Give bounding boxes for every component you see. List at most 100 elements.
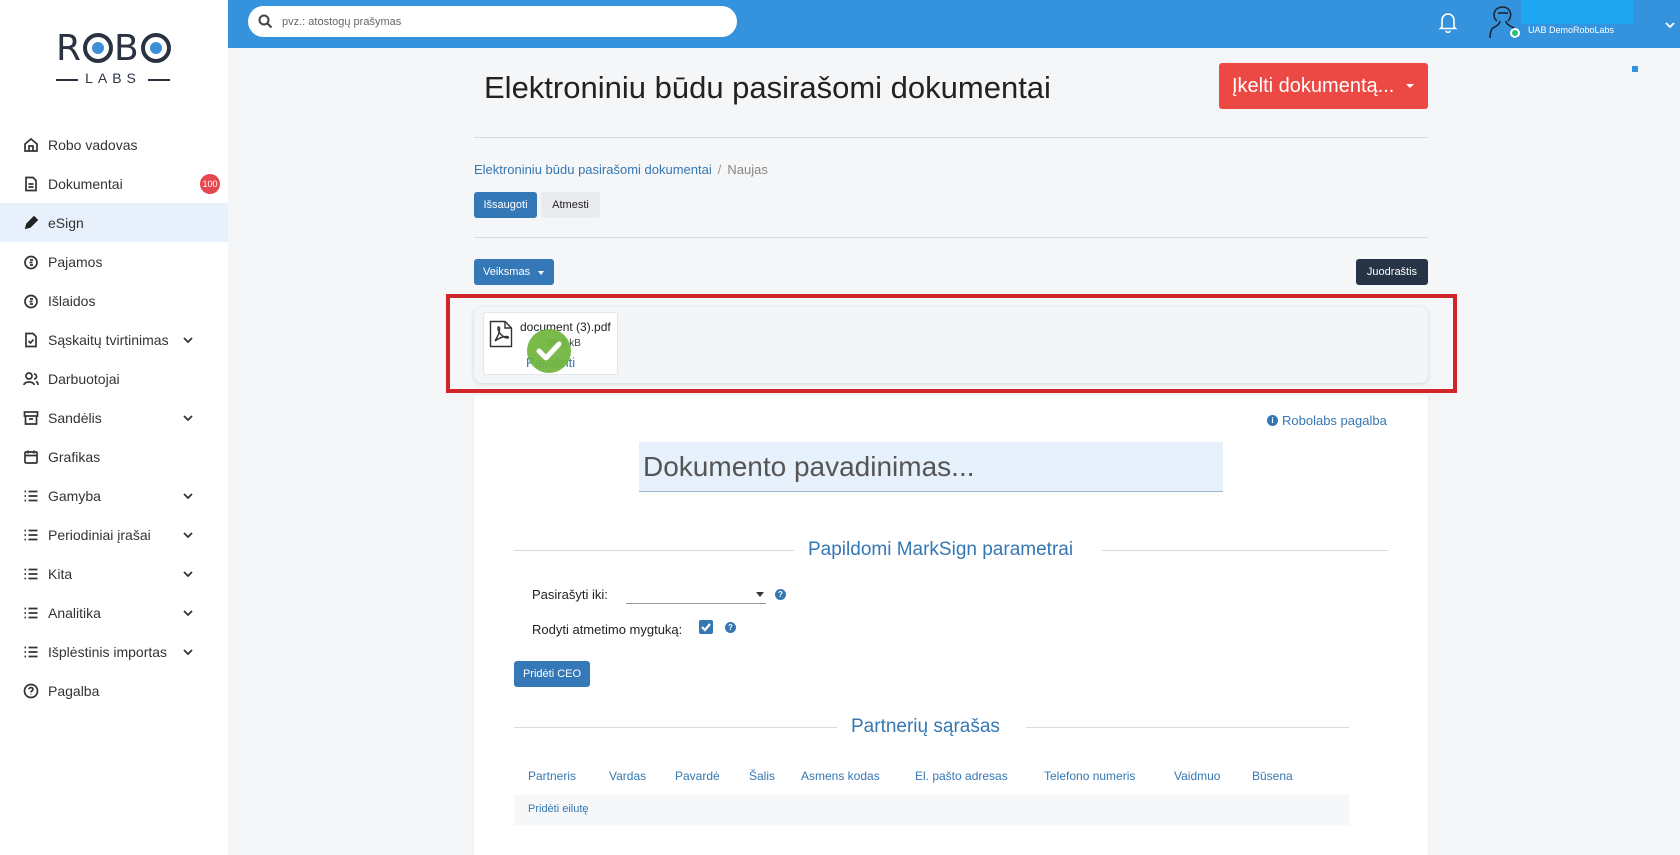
chevron-down-icon[interactable] [182, 645, 194, 657]
sidebar-item-label: Dokumentai [48, 175, 123, 192]
column-header-vaidmuo[interactable]: Vaidmuo [1174, 769, 1220, 783]
column-header-busena[interactable]: Būsena [1252, 769, 1293, 783]
document-name-input[interactable] [639, 442, 1223, 492]
list-icon [22, 565, 40, 583]
show-reject-button-checkbox[interactable] [699, 620, 713, 634]
company-highlight [1521, 0, 1633, 24]
add-ceo-button[interactable]: Pridėti CEO [514, 661, 590, 687]
robolabs-logo[interactable]: RB LABS [54, 28, 172, 90]
breadcrumb-parent-link[interactable]: Elektroniniu būdu pasirašomi dokumentai [474, 162, 712, 177]
sidebar-item-label: Pajamos [48, 253, 103, 270]
file-check-icon [22, 331, 40, 349]
sidebar-item-label: Gamyba [48, 487, 101, 504]
add-row-link[interactable]: Pridėti eilutę [528, 803, 589, 815]
sidebar-nav: Robo vadovas Dokumentai 100 eSign Pajamo… [0, 125, 228, 710]
sidebar-item-label: Robo vadovas [48, 136, 138, 153]
column-header-salis[interactable]: Šalis [749, 769, 775, 783]
logo-labs-text: LABS [54, 70, 172, 86]
sidebar-item-analitika[interactable]: Analitika [0, 593, 228, 632]
notification-badge: 100 [200, 174, 220, 194]
corner-marker [1632, 66, 1638, 72]
tab-rejected[interactable]: Atmesti [541, 192, 600, 218]
column-header-el-pasto-adresas[interactable]: El. pašto adresas [915, 769, 1008, 783]
tab-saved[interactable]: Išsaugoti [474, 192, 537, 218]
sidebar-item-esign[interactable]: eSign [0, 203, 228, 242]
info-icon: i [1267, 415, 1278, 426]
chevron-down-icon[interactable] [182, 333, 194, 345]
company-name[interactable]: UAB DemoRoboLabs [1528, 25, 1614, 35]
sidebar-item-label: Darbuotojai [48, 370, 120, 387]
show-reject-button-label: Rodyti atmetimo mygtuką: [532, 622, 683, 637]
top-bar: UAB DemoRoboLabs [228, 0, 1680, 48]
question-icon[interactable]: ? [775, 589, 786, 600]
breadcrumb-current: Naujas [727, 162, 768, 177]
sidebar-item-isplestinis-importas[interactable]: Išplėstinis importas [0, 632, 228, 671]
calendar-icon [22, 448, 40, 466]
online-status-dot [1510, 28, 1520, 38]
sidebar-item-islaidos[interactable]: Išlaidos [0, 281, 228, 320]
section-divider-left [514, 550, 794, 551]
sidebar-item-label: Kita [48, 565, 73, 582]
breadcrumb-separator: / [717, 162, 722, 177]
sidebar-item-dokumentai[interactable]: Dokumentai 100 [0, 164, 228, 203]
column-header-asmens-kodas[interactable]: Asmens kodas [801, 769, 880, 783]
chevron-down-icon[interactable] [182, 489, 194, 501]
sidebar-item-label: Sandėlis [48, 409, 102, 426]
caret-down-icon [538, 271, 544, 275]
sidebar-item-sandelis[interactable]: Sandėlis [0, 398, 228, 437]
action-dropdown-button[interactable]: Veiksmas [474, 259, 554, 285]
section-divider-right [1102, 550, 1388, 551]
sidebar-item-grafikas[interactable]: Grafikas [0, 437, 228, 476]
robolabs-help-link[interactable]: i Robolabs pagalba [1267, 413, 1387, 428]
column-header-partneris[interactable]: Partneris [528, 769, 576, 783]
chevron-down-icon[interactable] [182, 528, 194, 540]
section-divider-left [514, 727, 837, 728]
chevron-down-icon[interactable] [1664, 18, 1676, 30]
pen-icon [22, 214, 40, 232]
sidebar-item-periodiniai-irasai[interactable]: Periodiniai įrašai [0, 515, 228, 554]
sidebar-item-darbuotojai[interactable]: Darbuotojai [0, 359, 228, 398]
help-link-label: Robolabs pagalba [1282, 413, 1387, 428]
sidebar-item-label: eSign [48, 214, 84, 231]
sidebar-item-label: Sąskaitų tvirtinimas [48, 331, 169, 348]
sidebar-item-label: Pagalba [48, 682, 100, 699]
chevron-down-icon[interactable] [182, 411, 194, 423]
help-circle-icon [22, 682, 40, 700]
column-header-telefono-numeris[interactable]: Telefono numeris [1044, 769, 1135, 783]
sidebar-item-saskaitu-tvirtinimas[interactable]: Sąskaitų tvirtinimas [0, 320, 228, 359]
sidebar-item-pajamos[interactable]: Pajamos [0, 242, 228, 281]
sign-until-date-select[interactable] [626, 585, 766, 604]
chevron-down-icon[interactable] [182, 567, 194, 579]
sidebar-item-label: Periodiniai įrašai [48, 526, 151, 543]
sidebar-item-robo-vadovas[interactable]: Robo vadovas [0, 125, 228, 164]
marksign-section-title: Papildomi MarkSign parametrai [808, 539, 1074, 560]
sidebar-item-label: Išlaidos [48, 292, 96, 309]
page-title: Elektroniniu būdu pasirašomi dokumentai [484, 70, 1051, 105]
income-icon [22, 253, 40, 271]
draft-status-button[interactable]: Juodraštis [1356, 259, 1428, 285]
caret-down-icon [756, 592, 764, 597]
highlight-box [446, 294, 1457, 393]
sign-until-label: Pasirašyti iki: [532, 587, 608, 602]
divider [474, 237, 1428, 238]
sidebar-item-pagalba[interactable]: Pagalba [0, 671, 228, 710]
document-icon [22, 175, 40, 193]
search-box[interactable] [248, 6, 737, 37]
upload-document-button[interactable]: Įkelti dokumentą... [1219, 63, 1428, 109]
action-dropdown-label: Veiksmas [483, 266, 531, 278]
search-icon [258, 14, 273, 29]
chevron-down-icon[interactable] [182, 606, 194, 618]
column-header-vardas[interactable]: Vardas [609, 769, 646, 783]
partners-table-body [514, 795, 1349, 825]
users-icon [22, 370, 40, 388]
sidebar-item-gamyba[interactable]: Gamyba [0, 476, 228, 515]
search-input[interactable] [282, 12, 722, 31]
question-icon[interactable]: ? [725, 622, 736, 633]
sidebar-item-kita[interactable]: Kita [0, 554, 228, 593]
list-icon [22, 526, 40, 544]
sidebar-item-label: Išplėstinis importas [48, 643, 168, 660]
column-header-pavarde[interactable]: Pavardė [675, 769, 720, 783]
sidebar-item-label: Grafikas [48, 448, 101, 465]
section-divider-right [1026, 727, 1349, 728]
bell-icon[interactable] [1438, 11, 1458, 34]
